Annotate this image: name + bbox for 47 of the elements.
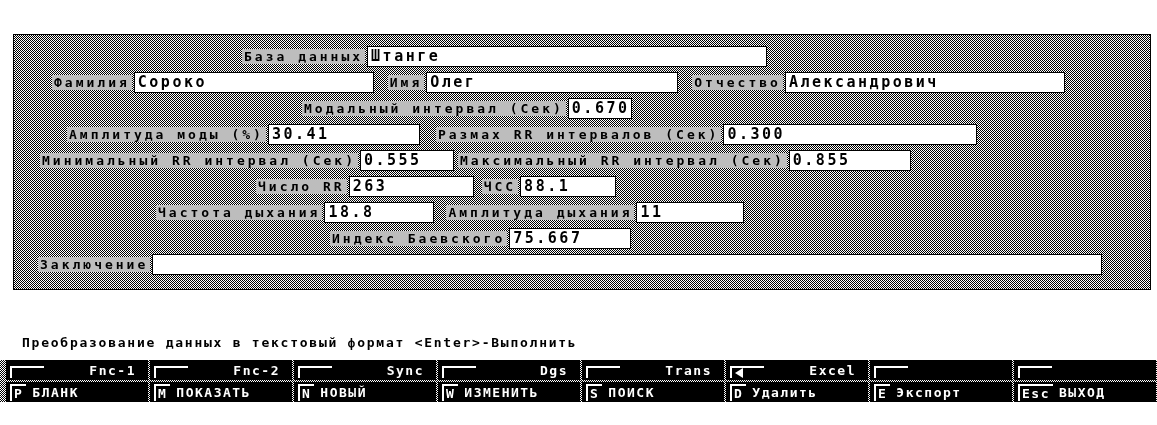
input-field[interactable]: 88.1 [520, 175, 617, 197]
field-label: Индекс Баевского [330, 230, 508, 246]
field-label: Размах RR интервалов (Сек) [435, 126, 722, 142]
command-key[interactable]: P БЛАНК [6, 382, 148, 402]
command-key[interactable]: N НОВЫЙ [294, 382, 436, 402]
input-field[interactable]: 11 [636, 201, 745, 223]
input-field[interactable]: Штанге [367, 45, 768, 67]
field-label: Имя [387, 74, 425, 90]
input-field[interactable]: 18.8 [324, 201, 435, 223]
field-label: Минимальный RR интервал (Сек) [40, 152, 358, 168]
function-key[interactable]: Fnc-1 [6, 360, 148, 380]
field-label: Амплитуда моды (%) [67, 126, 266, 142]
input-field[interactable]: 0.300 [723, 123, 978, 145]
input-field[interactable] [152, 253, 1103, 275]
field-label: Модальный интервал (Сек) [302, 100, 566, 116]
field-label: Амплитуда дыхания [446, 204, 635, 220]
field-label: Фамилия [52, 74, 132, 90]
function-key[interactable]: Fnc-2 [150, 360, 292, 380]
input-field[interactable]: Александрович [784, 71, 1065, 93]
field-label: Число RR [256, 178, 347, 194]
function-key[interactable]: Dgs [438, 360, 580, 380]
field-label: ЧСС [481, 178, 519, 194]
command-key[interactable]: M ПОКАЗАТЬ [150, 382, 292, 402]
field-label: Заключение [38, 256, 151, 272]
input-field[interactable]: 0.555 [360, 149, 454, 171]
input-field[interactable]: 30.41 [267, 123, 420, 145]
command-key[interactable]: D Удалить [726, 382, 868, 402]
function-key[interactable] [1014, 360, 1156, 380]
input-field[interactable]: 0.855 [788, 149, 911, 171]
input-field[interactable]: 75.667 [509, 227, 632, 249]
field-label: База данных [242, 48, 366, 64]
function-key[interactable]: Sync [294, 360, 436, 380]
function-key[interactable]: Excel [726, 360, 868, 380]
command-key[interactable]: S ПОИСК [582, 382, 724, 402]
command-key[interactable]: Esc ВЫХОД [1014, 382, 1156, 402]
field-label: Отчество [692, 74, 783, 90]
command-key[interactable]: W ИЗМЕНИТЬ [438, 382, 580, 402]
status-message: Преобразование данных в текстовый формат <Enter>-Выполнить [22, 335, 578, 350]
command-key[interactable]: E Экспорт [870, 382, 1012, 402]
field-label: Частота дыхания [156, 204, 323, 220]
function-key[interactable]: Trans [582, 360, 724, 380]
input-field[interactable]: Сороко [133, 71, 374, 93]
input-field[interactable]: Олег [426, 71, 679, 93]
function-key[interactable] [870, 360, 1012, 380]
input-field[interactable]: 0.670 [567, 97, 632, 119]
field-label: Максимальный RR интервал (Сек) [458, 152, 787, 168]
input-field[interactable]: 263 [348, 175, 474, 197]
